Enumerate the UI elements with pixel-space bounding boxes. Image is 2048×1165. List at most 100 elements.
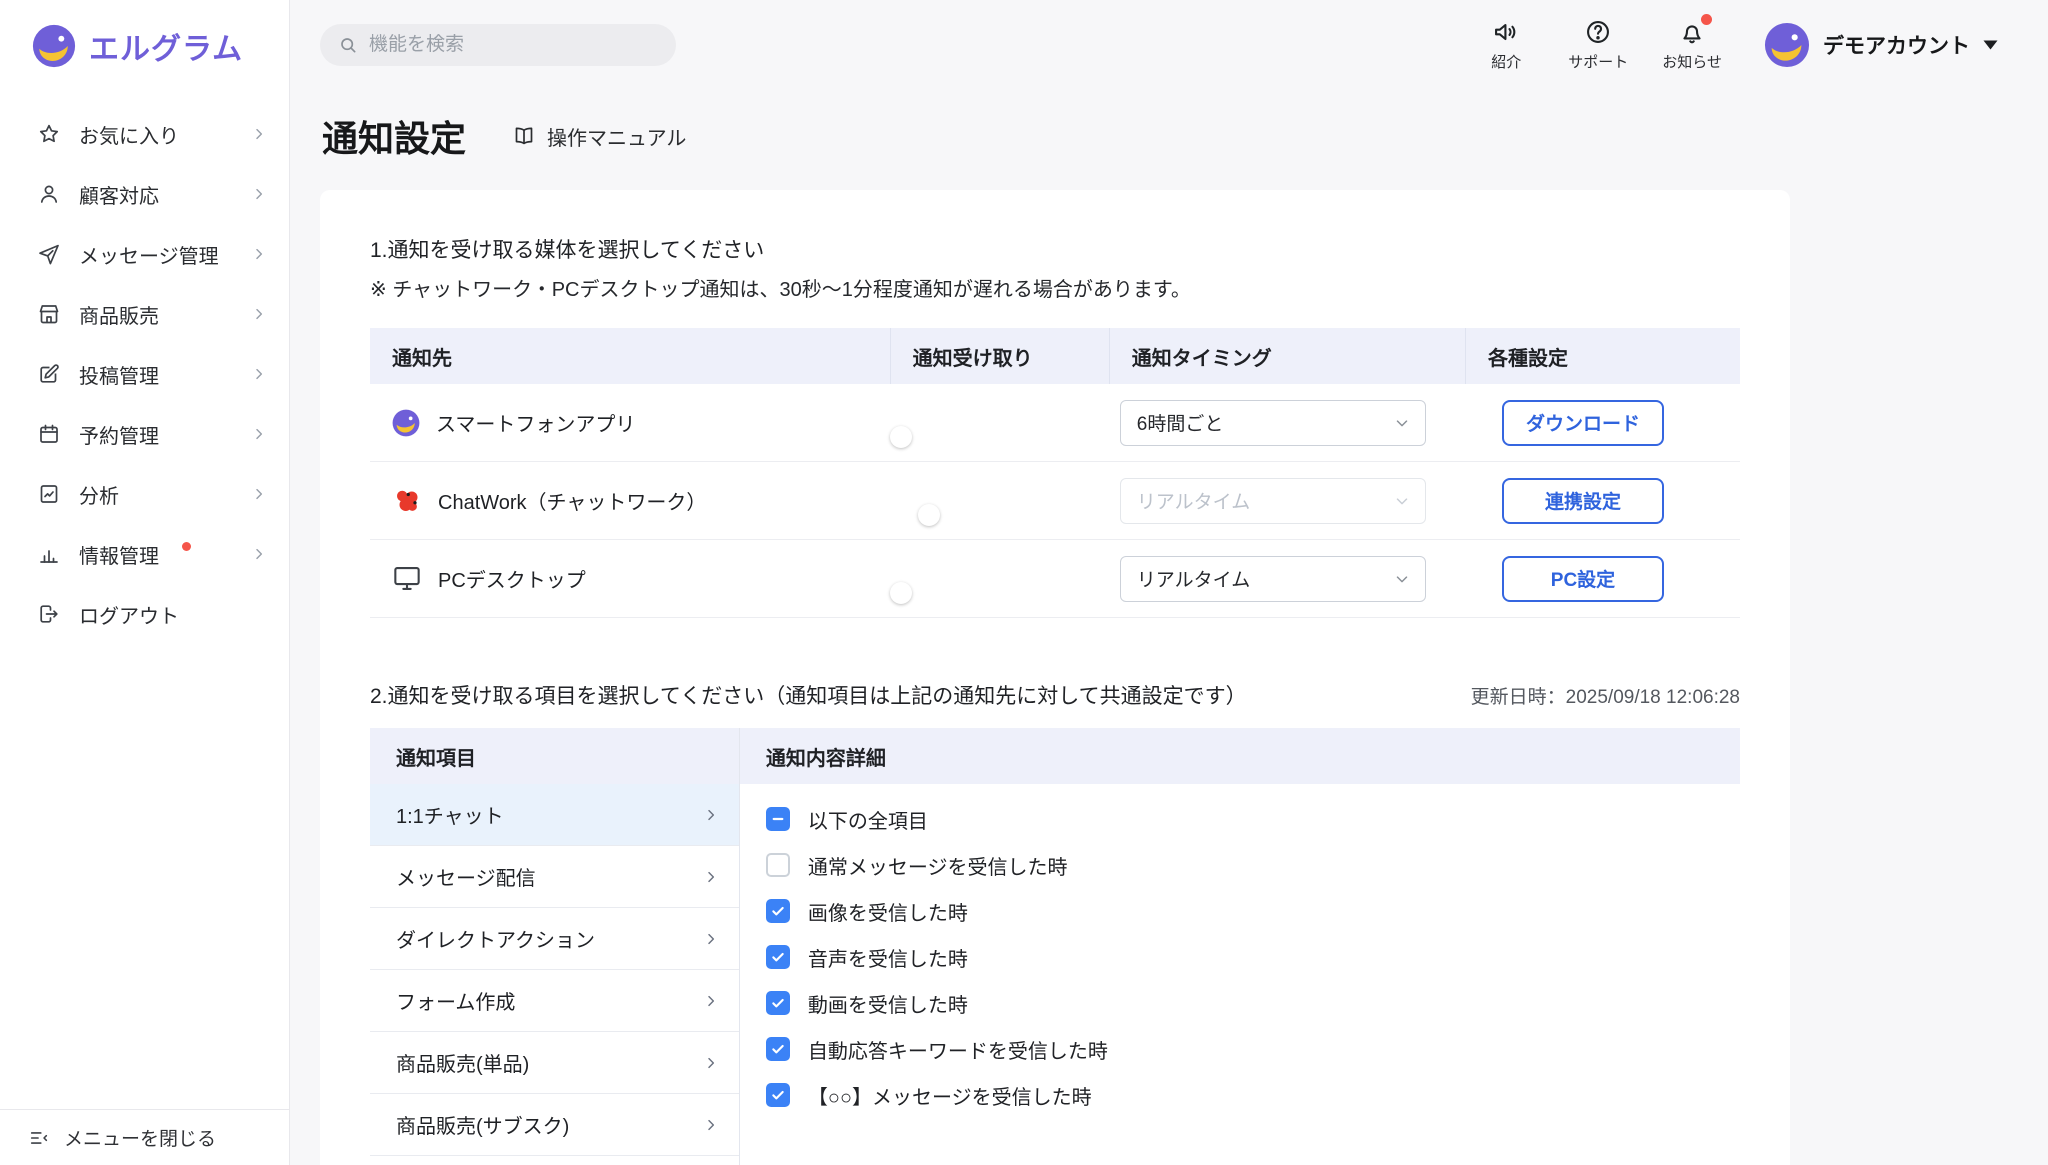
checkbox-checked[interactable]	[766, 899, 790, 923]
timing-value: リアルタイム	[1137, 487, 1250, 514]
intro-button[interactable]: 紹介	[1478, 18, 1534, 72]
account-menu[interactable]: デモアカウント	[1764, 22, 1998, 68]
search-input[interactable]	[369, 34, 658, 56]
checkbox-checked[interactable]	[766, 1083, 790, 1107]
section2-header-row: 2.通知を受け取る項目を選択してください（通知項目は上記の通知先に対して共通設定…	[370, 680, 1740, 710]
media-name: ChatWork（チャットワーク）	[438, 486, 706, 515]
timing-value: リアルタイム	[1137, 565, 1250, 592]
category-column-header: 通知項目	[370, 728, 739, 784]
items-table: 通知項目 1:1チャット メッセージ配信 ダイレクトアクション	[370, 728, 1740, 1165]
sidebar-item-label: ログアウト	[79, 600, 179, 629]
column-header: 通知受け取り	[891, 328, 1110, 384]
sidebar-item-label: 分析	[79, 480, 119, 509]
detail-row-normal-message[interactable]: 通常メッセージを受信した時	[766, 842, 1740, 888]
sidebar-item-customers[interactable]: 顧客対応	[0, 164, 289, 224]
collapse-menu-icon	[28, 1127, 50, 1149]
table-row-desktop: PCデスクトップ リアルタイム PC設定	[370, 540, 1740, 618]
search-icon	[338, 35, 358, 55]
sidebar-nav: お気に入り 顧客対応 メッセージ管理 商品販売 投稿管理	[0, 88, 289, 644]
detail-row-image[interactable]: 画像を受信した時	[766, 888, 1740, 934]
category-label: 商品販売(単品)	[396, 1048, 529, 1077]
sidebar-item-favorites[interactable]: お気に入り	[0, 104, 289, 164]
intro-label: 紹介	[1491, 51, 1521, 72]
detail-row-template-message[interactable]: 【○○】メッセージを受信した時	[766, 1072, 1740, 1118]
book-icon	[512, 124, 536, 148]
chatwork-link-button[interactable]: 連携設定	[1502, 478, 1664, 524]
chevron-right-icon	[251, 426, 267, 442]
checkbox-unchecked[interactable]	[766, 853, 790, 877]
download-button[interactable]: ダウンロード	[1502, 400, 1664, 446]
desktop-timing-select[interactable]: リアルタイム	[1120, 556, 1426, 602]
support-label: サポート	[1568, 51, 1628, 72]
shop-icon	[36, 302, 62, 326]
sidebar-item-label: 予約管理	[79, 420, 159, 449]
pc-settings-button[interactable]: PC設定	[1502, 556, 1664, 602]
sidebar-item-reservations[interactable]: 予約管理	[0, 404, 289, 464]
settings-card: 1.通知を受け取る媒体を選択してください ※ チャットワーク・PCデスクトップ通…	[320, 190, 1790, 1165]
detail-list: 以下の全項目 通常メッセージを受信した時 画像を受信した時	[740, 784, 1740, 1118]
avatar	[1764, 22, 1810, 68]
detail-row-audio[interactable]: 音声を受信した時	[766, 934, 1740, 980]
category-item-chat[interactable]: 1:1チャット	[370, 784, 739, 846]
chevron-right-icon	[703, 1117, 719, 1133]
detail-row-keyword[interactable]: 自動応答キーワードを受信した時	[766, 1026, 1740, 1072]
sidebar-item-logout[interactable]: ログアウト	[0, 584, 289, 644]
sidebar-item-posts[interactable]: 投稿管理	[0, 344, 289, 404]
content: 通知設定 操作マニュアル 1.通知を受け取る媒体を選択してください ※ チャット…	[290, 90, 2048, 1165]
category-label: ダイレクトアクション	[396, 924, 595, 953]
desktop-icon	[392, 565, 422, 592]
detail-row-video[interactable]: 動画を受信した時	[766, 980, 1740, 1026]
search-box[interactable]	[320, 24, 676, 66]
sidebar-item-messages[interactable]: メッセージ管理	[0, 224, 289, 284]
close-menu-button[interactable]: メニューを閉じる	[0, 1109, 289, 1165]
chatwork-timing-select: リアルタイム	[1120, 478, 1426, 524]
sidebar-item-label: メッセージ管理	[79, 240, 219, 269]
brand-logo[interactable]: エルグラム	[0, 0, 289, 88]
sidebar-item-products[interactable]: 商品販売	[0, 284, 289, 344]
chevron-right-icon	[251, 546, 267, 562]
media-table: 通知先 通知受け取り 通知タイミング 各種設定 スマートフォンアプリ	[370, 328, 1740, 618]
chevron-right-icon	[703, 807, 719, 823]
checkbox-checked[interactable]	[766, 945, 790, 969]
timing-value: 6時間ごと	[1137, 409, 1224, 436]
category-item-product-subscription[interactable]: 商品販売(サブスク)	[370, 1094, 739, 1156]
detail-label: 動画を受信した時	[808, 989, 968, 1018]
app-root: エルグラム お気に入り 顧客対応 メッセージ管理 商品販売	[0, 0, 2048, 1165]
news-button[interactable]: お知らせ	[1662, 18, 1722, 72]
star-icon	[36, 122, 62, 146]
send-icon	[36, 242, 62, 266]
chatwork-icon	[392, 486, 422, 516]
category-item-direct-action[interactable]: ダイレクトアクション	[370, 908, 739, 970]
column-header: 通知先	[370, 328, 891, 384]
chevron-down-icon	[1393, 570, 1411, 588]
page-title: 通知設定	[322, 110, 466, 162]
manual-link[interactable]: 操作マニュアル	[512, 122, 686, 151]
chevron-right-icon	[251, 246, 267, 262]
checkbox-indeterminate[interactable]	[766, 807, 790, 831]
notification-dot	[182, 542, 191, 551]
checkbox-checked[interactable]	[766, 991, 790, 1015]
manual-label: 操作マニュアル	[547, 122, 686, 151]
detail-label: 画像を受信した時	[808, 897, 968, 926]
detail-column-header: 通知内容詳細	[740, 728, 1740, 784]
topbar: 紹介 サポート お知らせ デモアカウント	[290, 0, 2048, 90]
category-item-broadcast[interactable]: メッセージ配信	[370, 846, 739, 908]
category-label: 商品販売(サブスク)	[396, 1110, 569, 1139]
support-button[interactable]: サポート	[1568, 18, 1628, 72]
updated-timestamp: 更新日時：2025/09/18 12:06:28	[1471, 682, 1740, 709]
bar-chart-icon	[36, 542, 62, 566]
chevron-right-icon	[251, 486, 267, 502]
sidebar-item-label: お気に入り	[79, 120, 179, 149]
brand-name: エルグラム	[89, 24, 243, 68]
section1-heading: 1.通知を受け取る媒体を選択してください	[370, 234, 1740, 264]
sidebar-item-label: 顧客対応	[79, 180, 159, 209]
category-item-form[interactable]: フォーム作成	[370, 970, 739, 1032]
category-item-product-single[interactable]: 商品販売(単品)	[370, 1032, 739, 1094]
detail-row-all-items[interactable]: 以下の全項目	[766, 796, 1740, 842]
category-column: 通知項目 1:1チャット メッセージ配信 ダイレクトアクション	[370, 728, 740, 1165]
category-item-system[interactable]: システム通知	[370, 1156, 739, 1165]
checkbox-checked[interactable]	[766, 1037, 790, 1061]
sidebar-item-analytics[interactable]: 分析	[0, 464, 289, 524]
sidebar-item-information[interactable]: 情報管理	[0, 524, 289, 584]
smartphone-timing-select[interactable]: 6時間ごと	[1120, 400, 1426, 446]
